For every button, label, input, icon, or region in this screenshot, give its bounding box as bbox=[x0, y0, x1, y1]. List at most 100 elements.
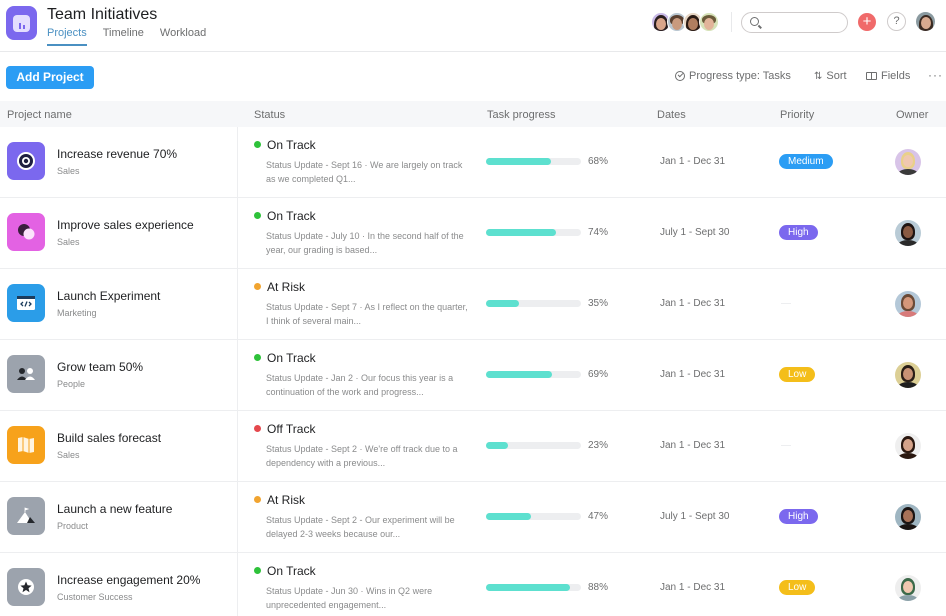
task-progress-bar bbox=[486, 371, 581, 378]
help-button[interactable]: ? bbox=[887, 12, 906, 31]
sort-button[interactable]: ⇅ Sort bbox=[814, 70, 847, 82]
status-dot-icon bbox=[254, 567, 261, 574]
task-progress-fill bbox=[486, 158, 551, 165]
project-dates[interactable]: Jan 1 - Dec 31 bbox=[660, 440, 725, 451]
table-row[interactable]: Launch Experiment Marketing At Risk Stat… bbox=[0, 269, 946, 340]
project-dates[interactable]: July 1 - Sept 30 bbox=[660, 511, 729, 522]
avatar-body bbox=[898, 524, 918, 530]
table-row[interactable]: Improve sales experience Sales On Track … bbox=[0, 198, 946, 269]
chat-bubbles-icon bbox=[7, 213, 45, 251]
search-input[interactable] bbox=[741, 12, 848, 33]
tab-projects[interactable]: Projects bbox=[47, 27, 87, 46]
owner-avatar[interactable] bbox=[895, 504, 921, 530]
task-progress-fill bbox=[486, 300, 520, 307]
column-header-status[interactable]: Status bbox=[254, 109, 285, 121]
avatar-face bbox=[903, 581, 913, 593]
status-update-text[interactable]: Status Update - Sept 16 · We are largely… bbox=[266, 158, 471, 186]
project-name[interactable]: Increase engagement 20% bbox=[57, 573, 200, 587]
search-icon bbox=[750, 17, 759, 26]
progress-type-label: Progress type: Tasks bbox=[689, 70, 791, 82]
priority-badge[interactable]: Low bbox=[779, 580, 816, 595]
table-row[interactable]: Launch a new feature Product At Risk Sta… bbox=[0, 482, 946, 553]
table-row[interactable]: Increase revenue 70% Sales On Track Stat… bbox=[0, 127, 946, 198]
owner-avatar[interactable] bbox=[895, 291, 921, 317]
task-progress-percent: 47% bbox=[588, 511, 609, 522]
owner-avatar[interactable] bbox=[895, 433, 921, 459]
team-members[interactable] bbox=[651, 12, 719, 32]
status-update-text[interactable]: Status Update - Sept 2 · We're off track… bbox=[266, 442, 471, 470]
status-label[interactable]: On Track bbox=[267, 209, 316, 223]
tab-timeline[interactable]: Timeline bbox=[103, 27, 144, 46]
owner-avatar[interactable] bbox=[895, 149, 921, 175]
member-avatar[interactable] bbox=[699, 12, 719, 32]
project-team: Sales bbox=[57, 166, 80, 176]
priority-badge[interactable]: Medium bbox=[779, 154, 833, 169]
task-progress-percent: 69% bbox=[588, 369, 609, 380]
status-label[interactable]: On Track bbox=[267, 351, 316, 365]
tab-workload[interactable]: Workload bbox=[160, 27, 206, 46]
column-header-dates[interactable]: Dates bbox=[657, 109, 686, 121]
table-row[interactable]: Build sales forecast Sales Off Track Sta… bbox=[0, 411, 946, 482]
project-dates[interactable]: Jan 1 - Dec 31 bbox=[660, 156, 725, 167]
priority-badge[interactable]: Low bbox=[779, 367, 816, 382]
table-header: Project name Status Task progress Dates … bbox=[0, 101, 946, 127]
task-progress-bar bbox=[486, 584, 581, 591]
project-name[interactable]: Launch a new feature bbox=[57, 502, 172, 516]
status-update-text[interactable]: Status Update - Sept 2 - Our experiment … bbox=[266, 513, 471, 541]
project-team: Sales bbox=[57, 237, 80, 247]
table-row[interactable]: Grow team 50% People On Track Status Upd… bbox=[0, 340, 946, 411]
project-logo-icon bbox=[6, 6, 37, 40]
project-team: Marketing bbox=[57, 308, 97, 318]
table-row[interactable]: Increase engagement 20% Customer Success… bbox=[0, 553, 946, 616]
project-dates[interactable]: Jan 1 - Dec 31 bbox=[660, 369, 725, 380]
project-name[interactable]: Build sales forecast bbox=[57, 431, 161, 445]
status-update-text[interactable]: Status Update - July 10 · In the second … bbox=[266, 229, 471, 257]
status-dot-icon bbox=[254, 425, 261, 432]
project-dates[interactable]: July 1 - Sept 30 bbox=[660, 227, 729, 238]
status-label[interactable]: On Track bbox=[267, 564, 316, 578]
avatar-body bbox=[898, 382, 918, 388]
column-header-owner[interactable]: Owner bbox=[896, 109, 928, 121]
fields-button[interactable]: Fields bbox=[866, 70, 910, 82]
status-label[interactable]: At Risk bbox=[267, 493, 305, 507]
status-dot-icon bbox=[254, 283, 261, 290]
status-label[interactable]: On Track bbox=[267, 138, 316, 152]
quick-add-button[interactable]: + bbox=[858, 13, 876, 31]
user-avatar[interactable] bbox=[916, 12, 935, 31]
project-name[interactable]: Grow team 50% bbox=[57, 360, 143, 374]
owner-avatar[interactable] bbox=[895, 575, 921, 601]
add-project-button[interactable]: Add Project bbox=[6, 66, 94, 89]
owner-avatar[interactable] bbox=[895, 220, 921, 246]
mountain-flag-icon bbox=[7, 497, 45, 535]
project-dates[interactable]: Jan 1 - Dec 31 bbox=[660, 298, 725, 309]
priority-empty[interactable] bbox=[781, 303, 791, 304]
progress-type-button[interactable]: Progress type: Tasks bbox=[675, 70, 791, 82]
star-icon bbox=[7, 568, 45, 606]
priority-badge[interactable]: High bbox=[779, 225, 818, 240]
status-label[interactable]: At Risk bbox=[267, 280, 305, 294]
sort-icon: ⇅ bbox=[814, 70, 823, 82]
column-header-priority[interactable]: Priority bbox=[780, 109, 814, 121]
avatar-face bbox=[903, 368, 913, 380]
project-name[interactable]: Increase revenue 70% bbox=[57, 147, 177, 161]
column-header-project-name[interactable]: Project name bbox=[7, 109, 72, 121]
owner-avatar[interactable] bbox=[895, 362, 921, 388]
priority-empty[interactable] bbox=[781, 445, 791, 446]
project-name[interactable]: Launch Experiment bbox=[57, 289, 160, 303]
view-tabs: Projects Timeline Workload bbox=[47, 27, 206, 46]
status-dot-icon bbox=[254, 496, 261, 503]
status-update-text[interactable]: Status Update - Sept 7 · As I reflect on… bbox=[266, 300, 471, 328]
project-dates[interactable]: Jan 1 - Dec 31 bbox=[660, 582, 725, 593]
task-progress-bar bbox=[486, 158, 581, 165]
status-update-text[interactable]: Status Update - Jun 30 · Wins in Q2 were… bbox=[266, 584, 471, 612]
status-label[interactable]: Off Track bbox=[267, 422, 315, 436]
project-team: Customer Success bbox=[57, 592, 133, 602]
column-header-task-progress[interactable]: Task progress bbox=[487, 109, 555, 121]
priority-badge[interactable]: High bbox=[779, 509, 818, 524]
status-update-text[interactable]: Status Update - Jan 2 · Our focus this y… bbox=[266, 371, 471, 399]
fields-icon bbox=[866, 72, 877, 80]
more-options-icon[interactable]: ··· bbox=[928, 68, 943, 82]
project-name[interactable]: Improve sales experience bbox=[57, 218, 194, 232]
avatar-face bbox=[903, 155, 913, 167]
task-progress-fill bbox=[486, 513, 531, 520]
